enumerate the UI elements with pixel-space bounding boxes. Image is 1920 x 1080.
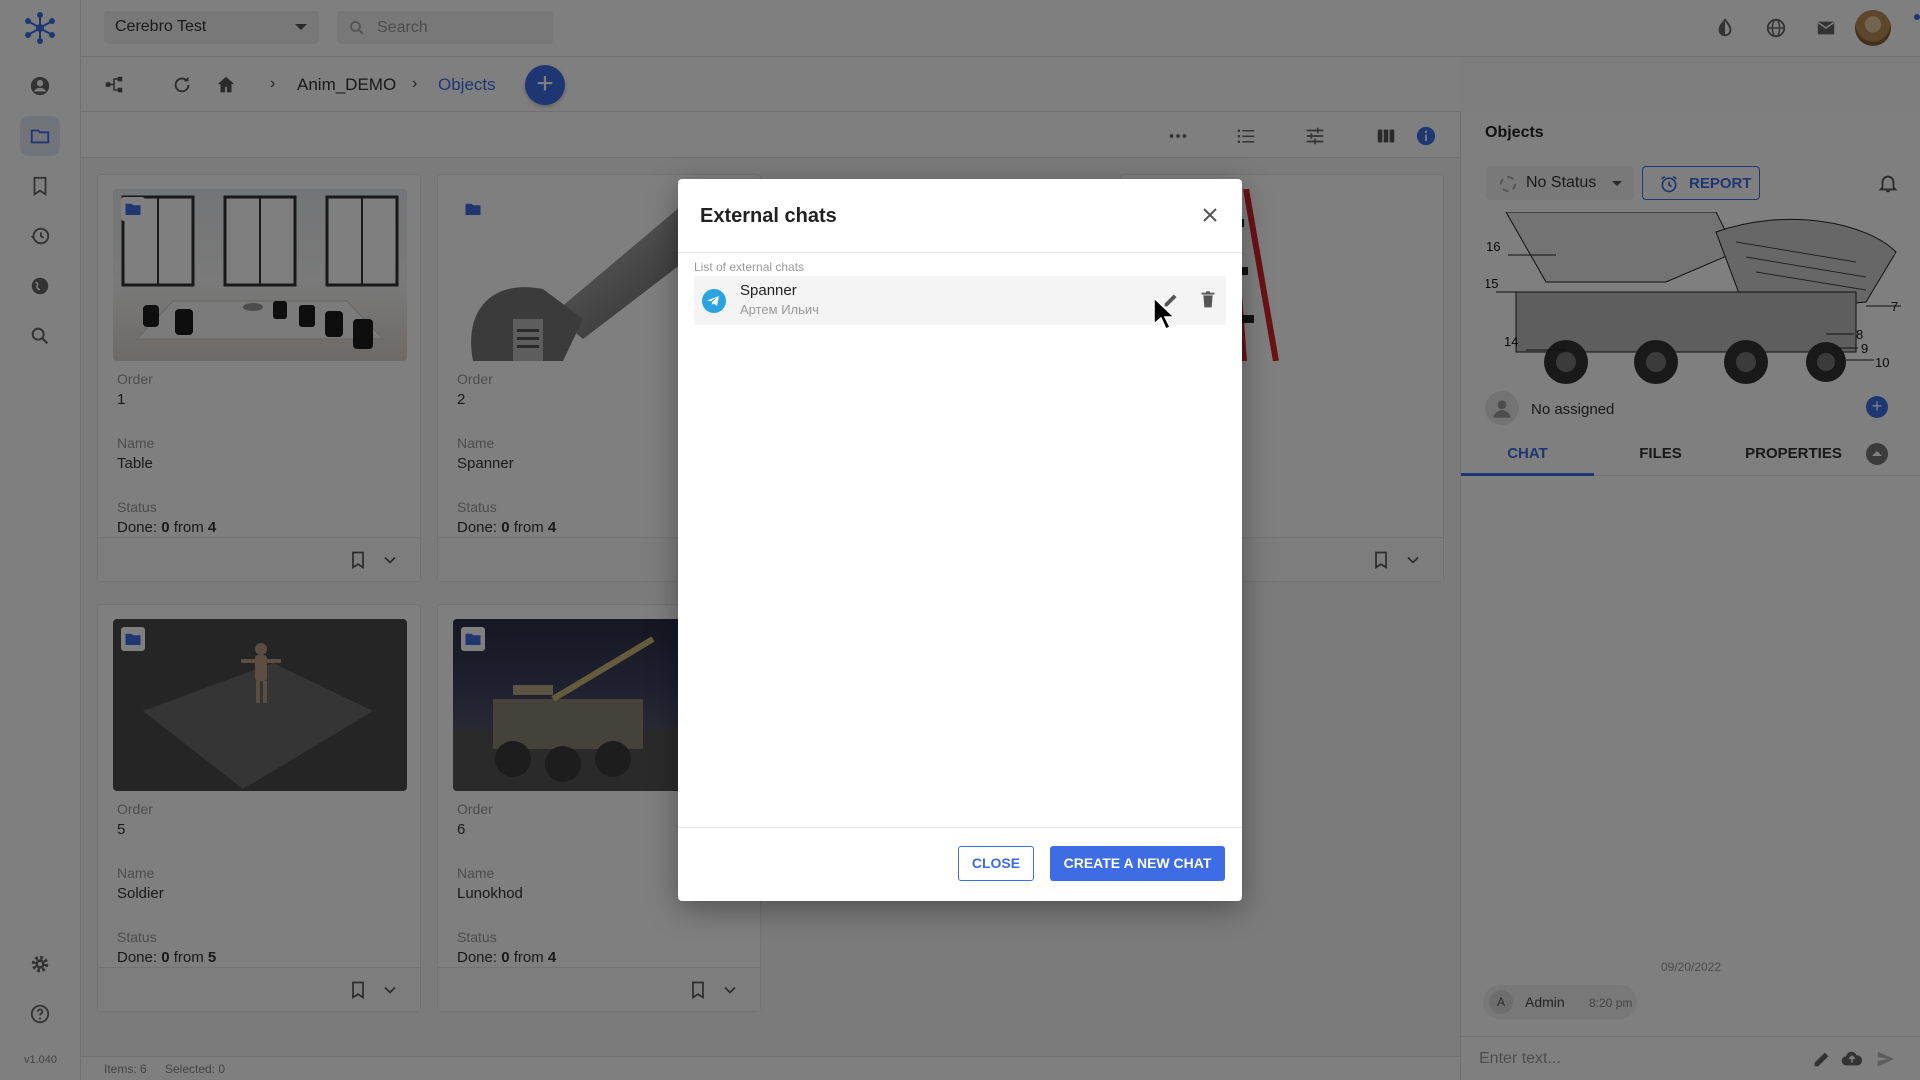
chat-owner: Артем Ильич <box>740 302 819 317</box>
create-chat-button[interactable]: CREATE A NEW CHAT <box>1050 846 1225 881</box>
list-caption: List of external chats <box>694 260 805 274</box>
divider <box>678 827 1242 828</box>
mouse-cursor-icon <box>1153 296 1176 331</box>
divider <box>678 252 1242 253</box>
external-chats-dialog: External chats List of external chats Sp… <box>678 179 1242 901</box>
chat-name: Spanner <box>740 282 797 299</box>
dialog-title: External chats <box>700 205 837 227</box>
close-button[interactable]: CLOSE <box>958 846 1034 881</box>
external-chat-row[interactable]: Spanner Артем Ильич <box>694 276 1226 325</box>
delete-icon[interactable] <box>1197 289 1219 311</box>
close-icon[interactable] <box>1198 203 1222 227</box>
telegram-icon <box>702 289 726 313</box>
